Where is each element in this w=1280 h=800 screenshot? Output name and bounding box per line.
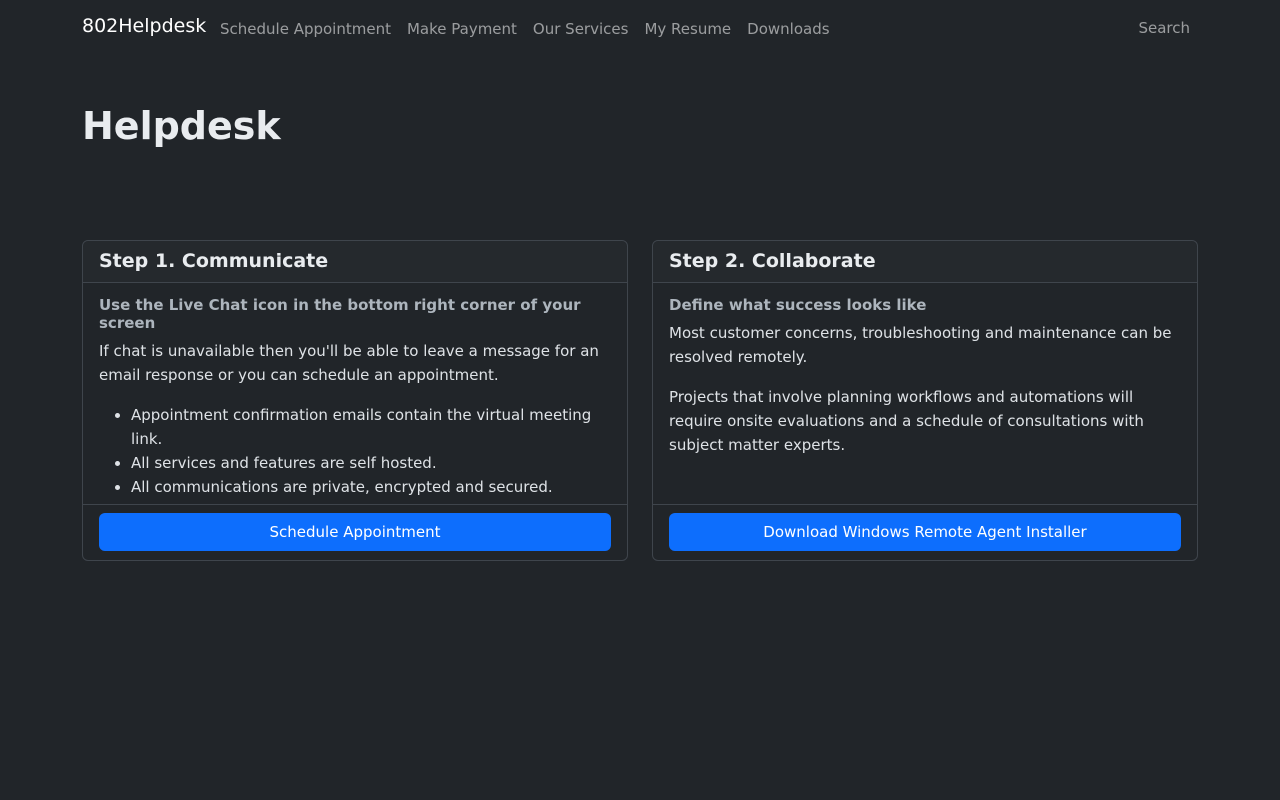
card-footer: Schedule Appointment	[83, 504, 627, 560]
card-subtitle: Use the Live Chat icon in the bottom rig…	[99, 296, 581, 332]
list-item: All communications are private, encrypte…	[131, 475, 611, 499]
card-communicate: Step 1. Communicate Use the Live Chat ic…	[82, 240, 628, 561]
card-header: Step 2. Collaborate	[653, 241, 1197, 283]
page-title: Helpdesk	[82, 104, 281, 148]
search-link[interactable]: Search	[1138, 19, 1190, 37]
nav-links: Schedule Appointment Make Payment Our Se…	[212, 0, 838, 58]
nav-link-make-payment[interactable]: Make Payment	[399, 20, 525, 38]
brand-link[interactable]: 802Helpdesk	[82, 15, 206, 37]
card-text: Most customer concerns, troubleshooting …	[669, 324, 1172, 366]
card-header: Step 1. Communicate	[83, 241, 627, 283]
download-installer-button[interactable]: Download Windows Remote Agent Installer	[669, 513, 1181, 551]
card-text: Projects that involve planning workflows…	[669, 388, 1144, 454]
nav-link-schedule-appointment[interactable]: Schedule Appointment	[212, 20, 399, 38]
list-item: All services and features are self hoste…	[131, 451, 611, 475]
card-collaborate: Step 2. Collaborate Define what success …	[652, 240, 1198, 561]
navbar: 802Helpdesk Schedule Appointment Make Pa…	[0, 0, 1280, 58]
nav-link-my-resume[interactable]: My Resume	[636, 20, 739, 38]
card-body: Use the Live Chat icon in the bottom rig…	[83, 283, 627, 504]
card-footer: Download Windows Remote Agent Installer	[653, 504, 1197, 560]
list-item: Appointment confirmation emails contain …	[131, 403, 611, 451]
card-subtitle: Define what success looks like	[669, 296, 927, 314]
nav-link-our-services[interactable]: Our Services	[525, 20, 637, 38]
card-text: If chat is unavailable then you'll be ab…	[99, 342, 599, 384]
nav-link-downloads[interactable]: Downloads	[739, 20, 837, 38]
schedule-appointment-button[interactable]: Schedule Appointment	[99, 513, 611, 551]
card-body: Define what success looks like Most cust…	[653, 283, 1197, 504]
feature-list: Appointment confirmation emails contain …	[99, 403, 611, 499]
